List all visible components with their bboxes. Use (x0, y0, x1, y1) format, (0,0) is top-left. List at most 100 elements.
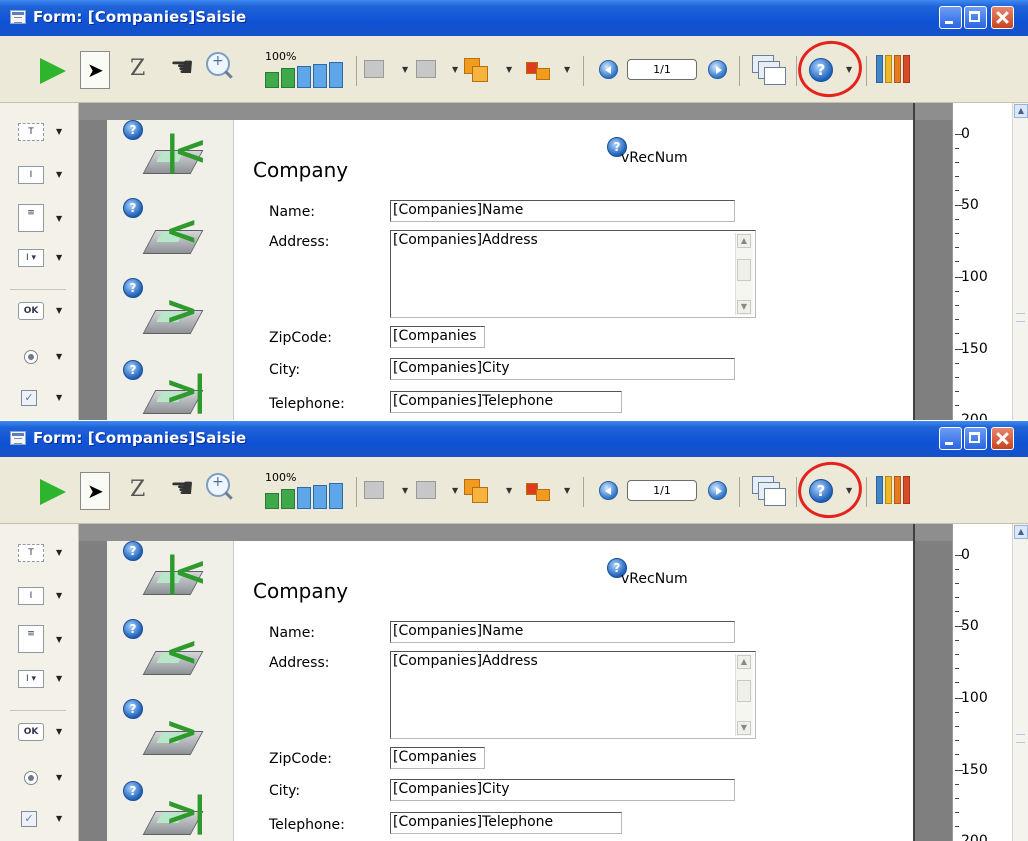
telephone-field[interactable]: [Companies]Telephone (390, 391, 622, 413)
align-icon[interactable] (364, 481, 384, 499)
form-design-area[interactable]: ? |< ? < ? > ? >| Company ? vRecNum Name… (79, 524, 952, 841)
close-button[interactable] (991, 6, 1014, 29)
name-field[interactable]: [Companies]Name (390, 200, 735, 222)
checkbox-tool-dropdown[interactable]: ▼ (56, 393, 62, 402)
list-tool-dropdown[interactable]: ▼ (56, 635, 62, 644)
align-dropdown-arrow[interactable]: ▼ (402, 486, 408, 495)
zoom-bar-icon[interactable] (281, 68, 295, 88)
text-tool-dropdown[interactable]: ▼ (56, 548, 62, 557)
toolbar-separator (739, 477, 740, 507)
vertical-scrollbar[interactable]: ▲ (1012, 524, 1028, 841)
radio-tool-dropdown[interactable]: ▼ (56, 773, 62, 782)
telephone-field[interactable]: [Companies]Telephone (390, 812, 622, 834)
last-record-icon[interactable]: >| (142, 789, 209, 841)
next-record-icon[interactable]: > (142, 288, 209, 346)
distribute-dropdown-arrow[interactable]: ▼ (452, 65, 458, 74)
checkbox-tool-dropdown[interactable]: ▼ (56, 814, 62, 823)
last-record-icon[interactable]: >| (142, 368, 209, 420)
vertical-scrollbar[interactable]: ▲ (1012, 103, 1028, 420)
close-button[interactable] (991, 427, 1014, 450)
scroll-up-icon[interactable]: ▲ (1014, 525, 1028, 539)
radio-tool-dropdown[interactable]: ▼ (56, 352, 62, 361)
name-field[interactable]: [Companies]Name (390, 621, 735, 643)
zoom-level-control[interactable]: 100% (265, 50, 347, 90)
dropdown-tool-dropdown[interactable]: ▼ (56, 674, 62, 683)
scroll-thumb-grip[interactable] (1016, 313, 1025, 322)
zoom-bar-icon[interactable] (265, 493, 279, 509)
zoom-bar-icon[interactable] (297, 66, 311, 88)
align-dropdown-arrow[interactable]: ▼ (402, 65, 408, 74)
minimize-button[interactable] (939, 6, 962, 29)
zoom-icon[interactable]: + (206, 473, 230, 497)
button-tool-dropdown[interactable]: ▼ (56, 306, 62, 315)
previous-record-icon[interactable]: < (142, 629, 209, 687)
select-arrow-button[interactable]: ➤ (80, 51, 110, 89)
align-icon[interactable] (364, 60, 384, 78)
address-field[interactable]: [Companies]Address ▲ ▼ (390, 651, 756, 739)
recnum-variable[interactable]: vRecNum (621, 571, 688, 587)
zoom-bar-icon[interactable] (313, 485, 327, 509)
zoom-icon[interactable]: + (206, 52, 230, 76)
select-arrow-button[interactable]: ➤ (80, 472, 110, 510)
distribute-icon[interactable] (416, 60, 436, 78)
distribute-dropdown-arrow[interactable]: ▼ (452, 486, 458, 495)
address-scrollbar[interactable]: ▲ ▼ (735, 233, 753, 315)
minimize-button[interactable] (939, 427, 962, 450)
text-tool-dropdown[interactable]: ▼ (56, 127, 62, 136)
address-field[interactable]: [Companies]Address ▲ ▼ (390, 230, 756, 318)
layer-icon-back (472, 487, 488, 503)
form-width-marker[interactable] (913, 524, 915, 841)
first-record-icon[interactable]: |< (142, 128, 209, 186)
previous-record-icon[interactable]: < (142, 208, 209, 266)
scroll-up-icon[interactable]: ▲ (1014, 104, 1028, 118)
view-layers-icon[interactable] (752, 55, 786, 85)
list-tool-dropdown[interactable]: ▼ (56, 214, 62, 223)
recnum-variable[interactable]: vRecNum (621, 150, 688, 166)
entry-order-icon[interactable]: Z (130, 56, 145, 81)
zoom-bar-icon[interactable] (281, 489, 295, 509)
zoom-bar-icon[interactable] (329, 62, 343, 88)
run-form-icon[interactable] (40, 58, 66, 84)
hand-icon[interactable]: ☚ (170, 52, 194, 83)
zipcode-field[interactable]: [Companies (390, 326, 485, 348)
run-form-icon[interactable] (40, 479, 66, 505)
zoom-bar-icon[interactable] (265, 72, 279, 88)
zipcode-field[interactable]: [Companies (390, 747, 485, 769)
group-icon-second (536, 489, 550, 501)
dropdown-tool-dropdown[interactable]: ▼ (56, 253, 62, 262)
zoom-bar-icon[interactable] (313, 64, 327, 88)
button-tool-dropdown[interactable]: ▼ (56, 727, 62, 736)
hand-icon[interactable]: ☚ (170, 473, 194, 504)
distribute-icon[interactable] (416, 481, 436, 499)
next-page-icon[interactable] (708, 481, 727, 500)
previous-page-icon[interactable] (599, 60, 618, 79)
view-layers-icon[interactable] (752, 476, 786, 506)
title-bar[interactable]: Form: [Companies]Saisie (0, 0, 1028, 36)
scroll-thumb-grip[interactable] (1016, 734, 1025, 743)
zoom-bar-icon[interactable] (297, 487, 311, 509)
layer-dropdown-arrow[interactable]: ▼ (506, 65, 512, 74)
field-tool-dropdown[interactable]: ▼ (56, 170, 62, 179)
field-tool-dropdown[interactable]: ▼ (56, 591, 62, 600)
layer-dropdown-arrow[interactable]: ▼ (506, 486, 512, 495)
object-library-icon[interactable] (874, 53, 910, 83)
previous-page-icon[interactable] (599, 481, 618, 500)
group-dropdown-arrow[interactable]: ▼ (564, 486, 570, 495)
address-label: Address: (269, 234, 330, 250)
entry-order-icon[interactable]: Z (130, 477, 145, 502)
next-record-icon[interactable]: > (142, 709, 209, 767)
city-field[interactable]: [Companies]City (390, 779, 735, 801)
zoom-bar-icon[interactable] (329, 483, 343, 509)
zoom-level-control[interactable]: 100% (265, 471, 347, 511)
address-scrollbar[interactable]: ▲ ▼ (735, 654, 753, 736)
maximize-button[interactable] (964, 6, 987, 29)
title-bar[interactable]: Form: [Companies]Saisie (0, 421, 1028, 457)
first-record-icon[interactable]: |< (142, 549, 209, 607)
city-field[interactable]: [Companies]City (390, 358, 735, 380)
form-design-area[interactable]: ? |< ? < ? > ? >| Company ? vRecNum Name… (79, 103, 952, 420)
form-width-marker[interactable] (913, 103, 915, 420)
maximize-button[interactable] (964, 427, 987, 450)
object-library-icon[interactable] (874, 474, 910, 504)
next-page-icon[interactable] (708, 60, 727, 79)
group-dropdown-arrow[interactable]: ▼ (564, 65, 570, 74)
